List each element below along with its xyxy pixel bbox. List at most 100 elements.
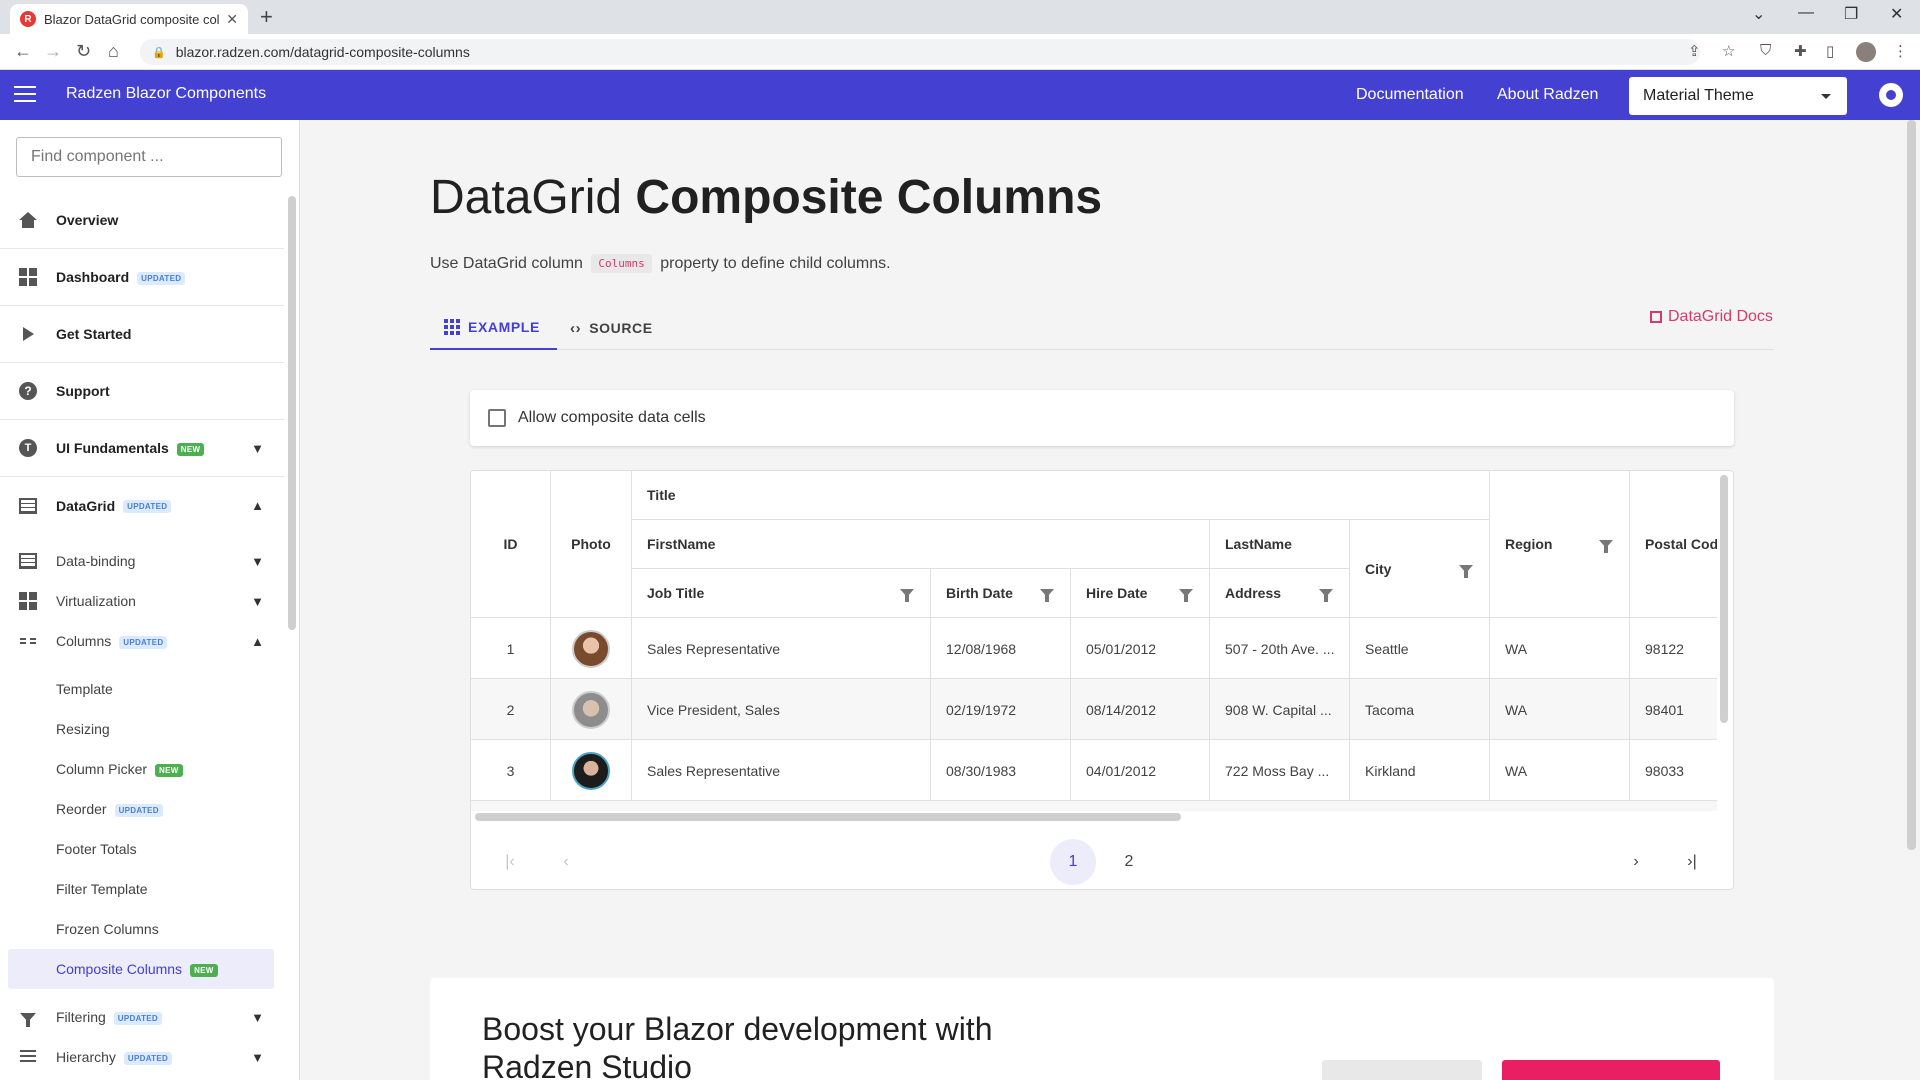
filter-icon[interactable] xyxy=(900,589,914,602)
first-page-icon[interactable]: |‹ xyxy=(487,839,533,885)
back-arrow-icon[interactable]: ← xyxy=(14,41,32,62)
sidebar-item-template[interactable]: Template xyxy=(0,669,284,709)
cell-region: WA xyxy=(1490,618,1630,679)
filter-icon[interactable] xyxy=(1599,540,1613,553)
profile-avatar[interactable] xyxy=(1856,42,1876,62)
header-lastname[interactable]: LastName xyxy=(1210,520,1350,569)
sidebar-item-label: Virtualization xyxy=(56,593,136,609)
filter-icon[interactable] xyxy=(1040,589,1054,602)
header-photo[interactable]: Photo xyxy=(551,471,632,618)
table-row[interactable]: 2 Vice President, Sales 02/19/1972 08/14… xyxy=(471,679,1717,740)
chevron-down-icon[interactable]: ⌄ xyxy=(1752,4,1765,24)
horizontal-scrollbar[interactable] xyxy=(475,813,1181,821)
browser-tab[interactable]: R Blazor DataGrid composite colum ✕ xyxy=(10,4,248,34)
header-postal-code[interactable]: Postal Code xyxy=(1630,471,1717,618)
star-icon[interactable]: ☆ xyxy=(1722,42,1735,60)
window-close-icon[interactable]: ✕ xyxy=(1890,4,1903,24)
tab-example[interactable]: EXAMPLE xyxy=(430,306,557,350)
header-birth-date[interactable]: Birth Date xyxy=(931,569,1071,618)
sidebar-item-data-binding[interactable]: Data-binding ▼ xyxy=(0,541,284,581)
minimize-icon[interactable]: — xyxy=(1798,4,1814,22)
header-region[interactable]: Region xyxy=(1490,471,1630,618)
sidebar-item-dashboard[interactable]: Dashboard UPDATED xyxy=(0,249,284,306)
sidebar-item-column-picker[interactable]: Column Picker NEW xyxy=(0,749,284,789)
filter-icon[interactable] xyxy=(1459,564,1473,578)
header-title-group[interactable]: Title xyxy=(632,471,1490,520)
header-address[interactable]: Address xyxy=(1210,569,1350,618)
github-icon[interactable] xyxy=(1879,83,1903,107)
sidebar-item-filtering[interactable]: Filtering UPDATED ▼ xyxy=(0,997,284,1037)
sidebar-item-frozen-columns[interactable]: Frozen Columns xyxy=(0,909,284,949)
documentation-link[interactable]: Documentation xyxy=(1356,86,1464,104)
tab-source[interactable]: ‹› SOURCE xyxy=(570,306,653,350)
filter-icon[interactable] xyxy=(1319,589,1333,602)
more-vert-icon[interactable]: ⋮ xyxy=(1893,42,1908,60)
avatar xyxy=(572,751,610,790)
sidebar-item-get-started[interactable]: Get Started xyxy=(0,306,284,363)
url-field[interactable]: 🔒 blazor.radzen.com/datagrid-composite-c… xyxy=(140,39,1700,65)
sidebar-item-virtualization[interactable]: Virtualization ▼ xyxy=(0,581,284,621)
table-row[interactable] xyxy=(471,801,1717,811)
last-page-icon[interactable]: ›| xyxy=(1669,839,1715,885)
code-icon: ‹› xyxy=(570,319,582,337)
puzzle-icon[interactable]: ✚ xyxy=(1794,42,1807,60)
prev-page-icon[interactable]: ‹ xyxy=(543,839,589,885)
sidebar-item-reorder[interactable]: Reorder UPDATED xyxy=(0,789,284,829)
updated-badge: UPDATED xyxy=(113,1011,162,1025)
find-component-input[interactable] xyxy=(16,137,282,177)
hamburger-menu-icon[interactable] xyxy=(14,84,36,104)
sidebar-item-overview[interactable]: Overview xyxy=(0,192,284,249)
app-header: Radzen Blazor Components Documentation A… xyxy=(0,70,1920,120)
header-job-title[interactable]: Job Title xyxy=(632,569,931,618)
filter-icon[interactable] xyxy=(1179,589,1193,602)
page-button[interactable]: 1 xyxy=(1050,839,1096,885)
sidebar-item-label: Data-binding xyxy=(56,553,136,569)
cell-address: 507 - 20th Ave. ... xyxy=(1210,618,1350,679)
sidebar-item-footer-totals[interactable]: Footer Totals xyxy=(0,829,284,869)
sidebar-item-label: Hierarchy UPDATED xyxy=(56,1049,173,1065)
header-hire-date[interactable]: Hire Date xyxy=(1071,569,1210,618)
sidebar-item-datagrid[interactable]: DataGrid UPDATED ▲ xyxy=(0,477,284,534)
sidebar-item-resizing[interactable]: Resizing xyxy=(0,709,284,749)
reload-icon[interactable]: ↻ xyxy=(76,41,91,62)
learn-more-button[interactable] xyxy=(1322,1060,1482,1080)
restore-icon[interactable]: ❐ xyxy=(1844,4,1858,24)
sidebar-item-label: Get Started xyxy=(56,326,132,342)
sidepanel-icon[interactable]: ▯ xyxy=(1826,42,1834,60)
datagrid-docs-link[interactable]: DataGrid Docs xyxy=(1650,308,1773,326)
cell-job-title: Vice President, Sales xyxy=(632,679,931,740)
sidebar-item-filter-template[interactable]: Filter Template xyxy=(0,869,284,909)
grid-icon xyxy=(18,551,38,571)
download-button[interactable] xyxy=(1502,1060,1720,1080)
sidebar-item-ui-fundamentals[interactable]: T UI Fundamentals NEW ▼ xyxy=(0,420,284,477)
datagrid-viewport: ID Photo Title FirstName LastName Job Ti… xyxy=(471,471,1717,811)
sidebar-item-hierarchy[interactable]: Hierarchy UPDATED ▼ xyxy=(0,1037,284,1077)
cell-postal-code: 98122 xyxy=(1630,618,1717,679)
sidebar-item-columns[interactable]: Columns UPDATED ▲ xyxy=(0,621,284,661)
new-tab-icon[interactable]: + xyxy=(260,4,273,30)
main-scrollbar[interactable] xyxy=(1907,120,1916,850)
theme-dropdown[interactable]: Material Theme xyxy=(1629,77,1847,115)
header-id[interactable]: ID xyxy=(471,471,551,618)
close-icon[interactable]: ✕ xyxy=(226,11,238,28)
table-row[interactable]: 3 Sales Representative 08/30/1983 04/01/… xyxy=(471,740,1717,801)
radzen-favicon-icon: R xyxy=(20,11,36,27)
table-row[interactable]: 1 Sales Representative 12/08/1968 05/01/… xyxy=(471,618,1717,679)
about-radzen-link[interactable]: About Radzen xyxy=(1497,86,1598,104)
sidebar-item-label: Resizing xyxy=(56,721,110,737)
header-city[interactable]: City xyxy=(1350,520,1490,618)
next-page-icon[interactable]: › xyxy=(1613,839,1659,885)
share-icon[interactable]: ⇪ xyxy=(1688,42,1701,60)
forward-arrow-icon[interactable]: → xyxy=(44,41,62,62)
shield-icon[interactable]: ⛉ xyxy=(1760,42,1771,59)
header-firstname[interactable]: FirstName xyxy=(632,520,1210,569)
page-button[interactable]: 2 xyxy=(1106,839,1152,885)
table-icon xyxy=(18,496,38,516)
sidebar-item-composite-columns[interactable]: Composite Columns NEW xyxy=(8,949,274,989)
composite-cells-checkbox[interactable] xyxy=(488,409,506,427)
home-icon[interactable]: ⌂ xyxy=(108,41,119,62)
sidebar-item-support[interactable]: ? Support xyxy=(0,363,284,420)
sidebar-scrollbar[interactable] xyxy=(288,196,296,630)
vertical-scrollbar[interactable] xyxy=(1720,475,1728,723)
sidebar-item-label: Overview xyxy=(56,212,119,228)
